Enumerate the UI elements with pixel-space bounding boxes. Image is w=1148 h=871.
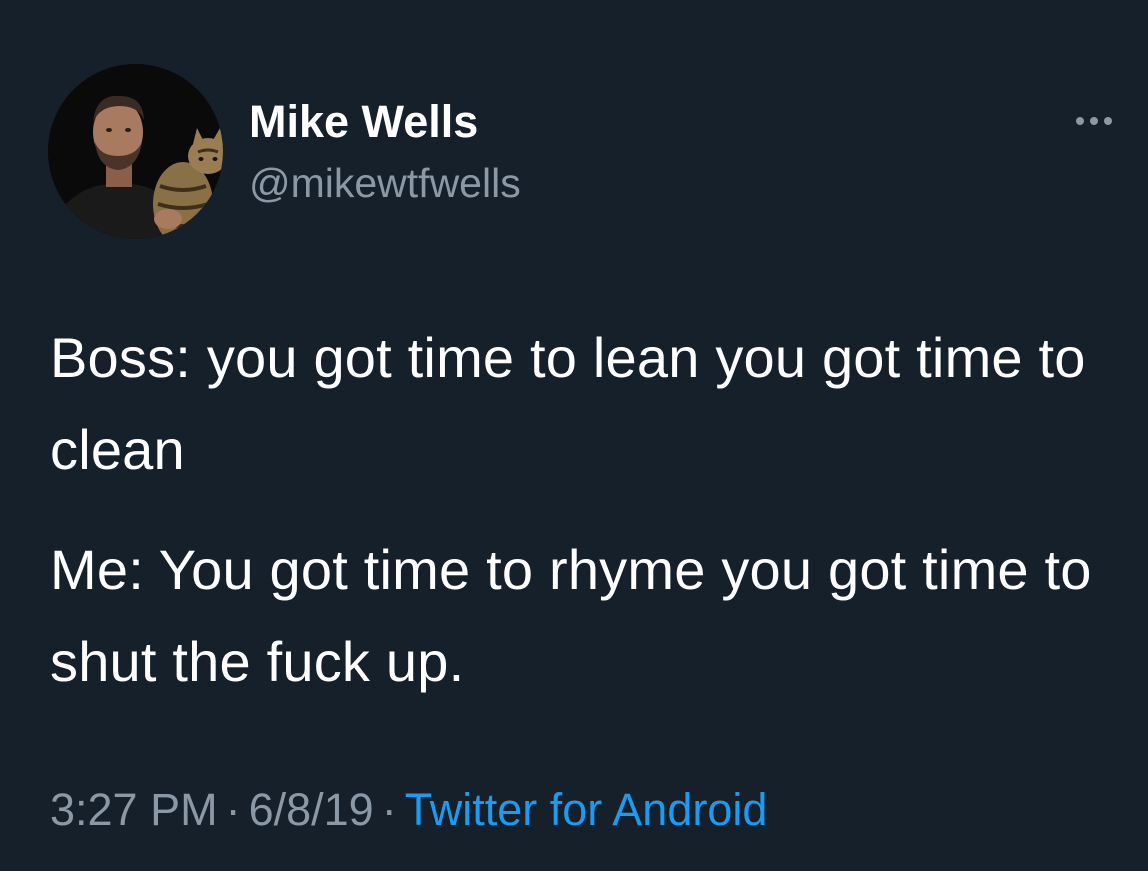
more-options-button[interactable]: [1066, 106, 1122, 136]
tweet: Mike Wells @mikewtfwells Boss: you got t…: [0, 0, 1148, 871]
more-options-icon: [1104, 117, 1112, 125]
tweet-text-paragraph: Me: You got time to rhyme you got time t…: [50, 538, 1092, 693]
meta-separator: ·: [381, 784, 397, 835]
tweet-text-paragraph: Boss: you got time to lean you got time …: [50, 326, 1086, 481]
tweet-meta: 3:27 PM · 6/8/19 · Twitter for Android: [50, 782, 767, 838]
tweet-time[interactable]: 3:27 PM: [50, 784, 218, 835]
tweet-source-link[interactable]: Twitter for Android: [405, 784, 768, 835]
avatar[interactable]: [48, 64, 223, 239]
more-options-icon: [1090, 117, 1098, 125]
tweet-date[interactable]: 6/8/19: [249, 784, 374, 835]
author-name[interactable]: Mike Wells: [249, 96, 478, 148]
avatar-photo: [48, 64, 223, 239]
author-handle[interactable]: @mikewtfwells: [249, 158, 521, 208]
meta-separator: ·: [225, 784, 241, 835]
more-options-icon: [1076, 117, 1084, 125]
